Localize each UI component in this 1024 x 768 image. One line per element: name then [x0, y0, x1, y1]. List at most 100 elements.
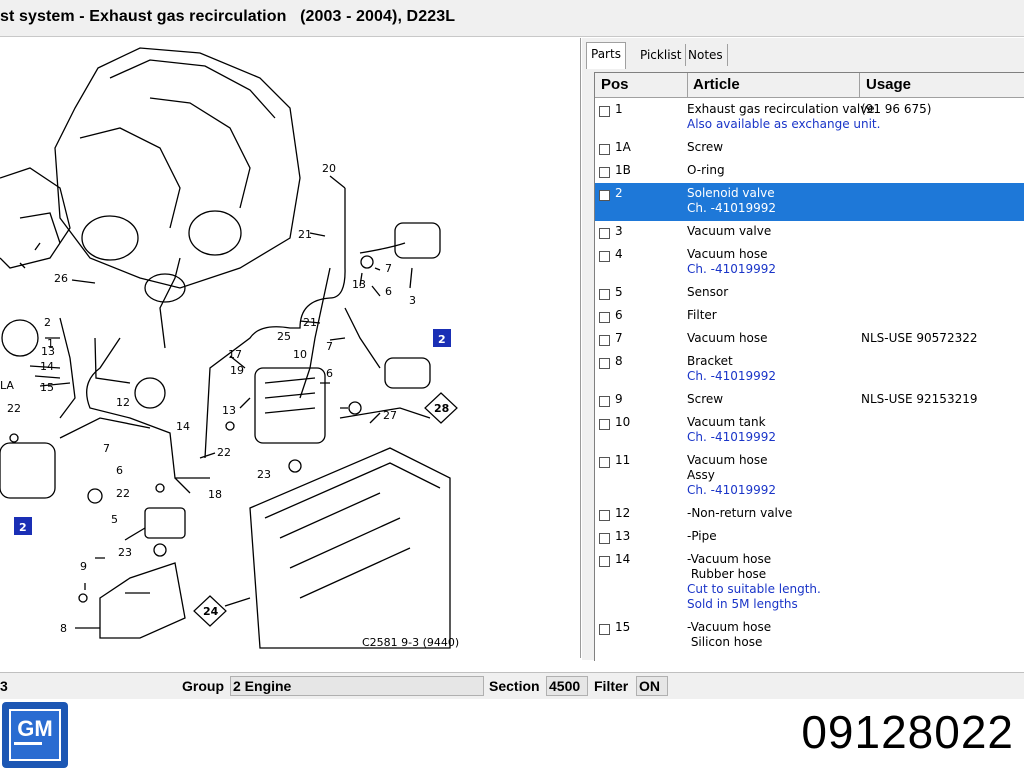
svg-text:LA: LA — [0, 379, 14, 392]
column-header-article[interactable]: Article — [687, 73, 860, 97]
table-row[interactable]: 3 Vacuum valve — [595, 221, 1024, 244]
row-checkbox[interactable] — [599, 106, 610, 117]
table-row[interactable]: 8 Bracket Ch. -41019992 — [595, 351, 1024, 389]
svg-text:19: 19 — [230, 364, 244, 377]
status-bar: 3 Group 2 Engine Section 4500 Filter ON — [0, 672, 1024, 699]
row-checkbox[interactable] — [599, 556, 610, 567]
article-line: Filter — [687, 308, 717, 322]
group-field[interactable]: 2 Engine — [230, 676, 484, 696]
svg-text:3: 3 — [409, 294, 416, 307]
row-checkbox[interactable] — [599, 251, 610, 262]
row-checkbox[interactable] — [599, 419, 610, 430]
row-checkbox[interactable] — [599, 457, 610, 468]
tab-parts[interactable]: Parts — [586, 42, 626, 69]
diagram-caption: C2581 9-3 (9440) — [362, 636, 460, 649]
row-checkbox[interactable] — [599, 358, 610, 369]
article-line: -Pipe — [687, 529, 717, 543]
svg-text:6: 6 — [116, 464, 123, 477]
article-line: Sensor — [687, 285, 729, 299]
row-article: Exhaust gas recirculation valve Also avai… — [687, 102, 880, 132]
exploded-diagram[interactable]: 20 21 3 6 13 7 26 1 2 21 12 14 22 LA 15 … — [0, 38, 581, 658]
table-row[interactable]: 9 Screw NLS-USE 92153219 — [595, 389, 1024, 412]
article-line: Screw — [687, 392, 724, 406]
row-pos: 10 — [615, 415, 631, 429]
row-checkbox[interactable] — [599, 167, 610, 178]
row-pos: 9 — [615, 392, 623, 406]
table-row[interactable]: 12 -Non-return valve — [595, 503, 1024, 526]
row-pos: 1B — [615, 163, 631, 177]
column-header-usage[interactable]: Usage — [860, 73, 1024, 97]
table-row[interactable]: 1A Screw — [595, 137, 1024, 160]
row-checkbox[interactable] — [599, 144, 610, 155]
svg-text:25: 25 — [277, 330, 291, 343]
svg-text:21: 21 — [303, 316, 317, 329]
row-pos: 12 — [615, 506, 631, 520]
title-bar: st system - Exhaust gas recirculation (2… — [0, 0, 1024, 37]
gm-logo: GM — [2, 702, 68, 768]
table-row[interactable]: 10 Vacuum tank Ch. -41019992 — [595, 412, 1024, 450]
svg-text:17: 17 — [228, 348, 242, 361]
table-row[interactable]: 13 -Pipe — [595, 526, 1024, 549]
row-checkbox[interactable] — [599, 510, 610, 521]
row-article: Vacuum tank Ch. -41019992 — [687, 415, 776, 445]
row-pos: 15 — [615, 620, 631, 634]
svg-text:22: 22 — [7, 402, 21, 415]
row-checkbox[interactable] — [599, 396, 610, 407]
article-line: Bracket — [687, 354, 733, 368]
svg-text:7: 7 — [385, 262, 392, 275]
tab-notes[interactable]: Notes — [684, 44, 728, 66]
table-row[interactable]: 15 -Vacuum hose Silicon hose — [595, 617, 1024, 655]
row-checkbox[interactable] — [599, 228, 610, 239]
row-pos: 3 — [615, 224, 623, 238]
table-row[interactable]: 11 Vacuum hose Assy Ch. -41019992 — [595, 450, 1024, 503]
row-usage: NLS-USE 92153219 — [861, 392, 978, 406]
article-line: Solenoid valve — [687, 186, 775, 200]
table-row[interactable]: 7 Vacuum hose NLS-USE 90572322 — [595, 328, 1024, 351]
article-line: Ch. -41019992 — [687, 262, 777, 276]
row-checkbox[interactable] — [599, 312, 610, 323]
row-checkbox[interactable] — [599, 533, 610, 544]
row-pos: 5 — [615, 285, 623, 299]
row-checkbox[interactable] — [599, 335, 610, 346]
svg-text:7: 7 — [326, 340, 333, 353]
svg-text:22: 22 — [116, 487, 130, 500]
table-row[interactable]: 14 -Vacuum hose Rubber hose Cut to suitabl… — [595, 549, 1024, 617]
table-row[interactable]: 1 Exhaust gas recirculation valve Also ava… — [595, 99, 1024, 137]
parts-pane: Parts Picklist Notes Pos Article Usage 1… — [582, 38, 1024, 661]
svg-text:6: 6 — [326, 367, 333, 380]
column-header-pos[interactable]: Pos — [595, 73, 688, 97]
table-row[interactable]: 4 Vacuum hose Ch. -41019992 — [595, 244, 1024, 282]
row-pos: 1A — [615, 140, 631, 154]
row-article: Solenoid valve Ch. -41019992 — [687, 186, 776, 216]
section-field[interactable]: 4500 — [546, 676, 588, 696]
table-row[interactable]: 5 Sensor — [595, 282, 1024, 305]
svg-text:13: 13 — [41, 345, 55, 358]
tab-picklist[interactable]: Picklist — [636, 44, 687, 66]
table-row[interactable]: 6 Filter — [595, 305, 1024, 328]
article-line: -Vacuum hose — [687, 552, 772, 566]
svg-text:5: 5 — [111, 513, 118, 526]
svg-text:27: 27 — [383, 409, 397, 422]
parts-table: Pos Article Usage 1 Exhaust gas recircula… — [594, 72, 1024, 661]
window-title: st system - Exhaust gas recirculation (2… — [0, 8, 456, 25]
row-checkbox[interactable] — [599, 190, 610, 201]
row-checkbox[interactable] — [599, 624, 610, 635]
row-checkbox[interactable] — [599, 289, 610, 300]
row-article: -Vacuum hose Rubber hose Cut to suitable … — [687, 552, 821, 612]
svg-text:20: 20 — [322, 162, 336, 175]
article-line: Exhaust gas recirculation valve — [687, 102, 875, 116]
table-row[interactable]: 2 Solenoid valve Ch. -41019992 — [595, 183, 1024, 221]
article-line: Silicon hose — [687, 635, 763, 649]
row-pos: 14 — [615, 552, 631, 566]
filter-field[interactable]: ON — [636, 676, 668, 696]
svg-text:13: 13 — [352, 278, 366, 291]
svg-text:10: 10 — [293, 348, 307, 361]
row-pos: 6 — [615, 308, 623, 322]
row-article: Screw — [687, 140, 723, 155]
article-line: O-ring — [687, 163, 725, 177]
filter-label: Filter — [594, 678, 629, 694]
article-line: Ch. -41019992 — [687, 369, 777, 383]
row-pos: 7 — [615, 331, 623, 345]
row-usage: (91 96 675) — [861, 102, 932, 116]
table-row[interactable]: 1B O-ring — [595, 160, 1024, 183]
